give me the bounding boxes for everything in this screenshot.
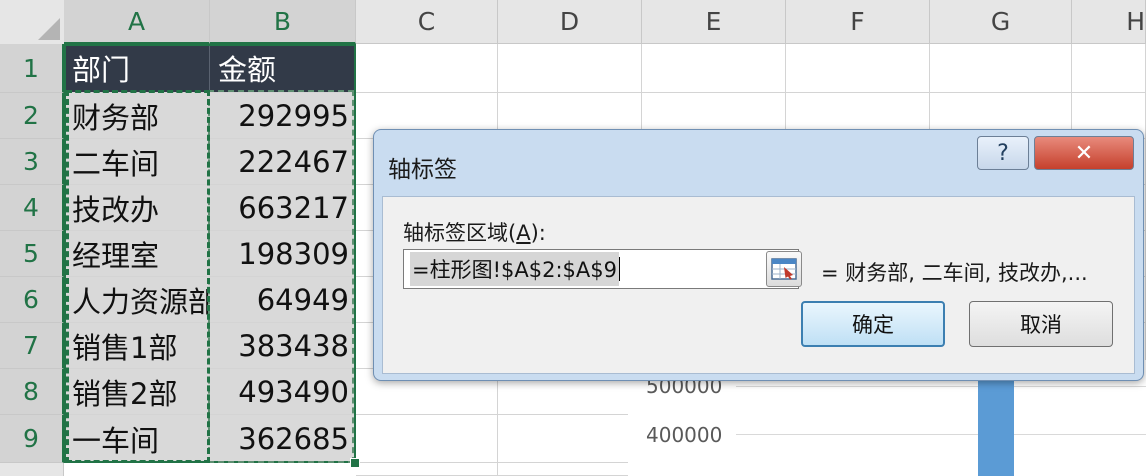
- header-cell-department[interactable]: 部门: [64, 44, 210, 93]
- cell-department[interactable]: 二车间: [64, 139, 210, 185]
- column-header-c[interactable]: C: [356, 0, 498, 44]
- empty-cell[interactable]: [498, 415, 642, 463]
- header-cell-amount[interactable]: 金额: [210, 44, 356, 93]
- empty-cell[interactable]: [642, 44, 786, 93]
- range-preview: = 财务部, 二车间, 技改办,...: [821, 261, 1088, 285]
- empty-cell[interactable]: [356, 415, 498, 463]
- axis-labels-dialog: 轴标签 ? ✕ 轴标签区域(A): =柱形图!$A$2:$A$9 = 财务部, …: [373, 129, 1144, 381]
- gridline: [736, 386, 1146, 387]
- column-header-a[interactable]: A: [64, 0, 210, 44]
- cell-amount[interactable]: 493490: [210, 369, 356, 415]
- field-label-suffix: ):: [530, 221, 546, 245]
- column-header-h[interactable]: H: [1072, 0, 1146, 44]
- fill-handle[interactable]: [350, 458, 360, 468]
- empty-cell[interactable]: [786, 44, 930, 93]
- gridline: [736, 434, 1146, 435]
- row-header-5[interactable]: 5: [0, 231, 64, 277]
- cell-department[interactable]: 一车间: [64, 415, 210, 463]
- cell-amount[interactable]: 292995: [210, 93, 356, 139]
- close-button[interactable]: ✕: [1034, 136, 1134, 170]
- select-all-triangle-icon: [38, 18, 60, 40]
- close-icon: ✕: [1074, 140, 1094, 166]
- row-header-3[interactable]: 3: [0, 139, 64, 185]
- cell-department[interactable]: 人力资源部: [64, 277, 210, 323]
- cancel-button[interactable]: 取消: [969, 301, 1113, 347]
- cell-department[interactable]: 销售2部: [64, 369, 210, 415]
- collapse-dialog-button[interactable]: [766, 251, 802, 287]
- help-button[interactable]: ?: [977, 136, 1029, 170]
- field-label-accesskey: A: [516, 221, 531, 245]
- select-all-corner[interactable]: [0, 0, 65, 45]
- row-header-1[interactable]: 1: [0, 44, 64, 93]
- cell-amount[interactable]: 64949: [210, 277, 356, 323]
- empty-cell[interactable]: [498, 463, 642, 476]
- column-header-g[interactable]: G: [930, 0, 1072, 44]
- field-label-prefix: 轴标签区域(: [403, 221, 517, 245]
- axis-label-range-input[interactable]: =柱形图!$A$2:$A$9: [403, 249, 799, 289]
- row-header-8[interactable]: 8: [0, 369, 64, 415]
- dialog-title: 轴标签: [388, 157, 457, 183]
- chart-bar[interactable]: [978, 370, 1014, 476]
- column-header-d[interactable]: D: [498, 0, 642, 44]
- cell-amount[interactable]: 383438: [210, 323, 356, 369]
- y-tick-label-partial: ■■■■■■: [646, 470, 759, 476]
- empty-cell[interactable]: [498, 44, 642, 93]
- empty-cell[interactable]: [1072, 44, 1146, 93]
- cell-department[interactable]: 财务部: [64, 93, 210, 139]
- row-header-10[interactable]: [0, 463, 64, 476]
- column-header-b[interactable]: B: [210, 0, 356, 44]
- help-icon: ?: [997, 140, 1009, 166]
- row-header-4[interactable]: 4: [0, 185, 64, 231]
- y-tick-label: 400000: [646, 423, 723, 447]
- ok-button[interactable]: 确定: [801, 301, 945, 347]
- row-header-6[interactable]: 6: [0, 277, 64, 323]
- cell-department[interactable]: 技改办: [64, 185, 210, 231]
- row-header-7[interactable]: 7: [0, 323, 64, 369]
- cell-amount[interactable]: 198309: [210, 231, 356, 277]
- range-select-icon: [771, 258, 797, 280]
- empty-cell[interactable]: [356, 463, 498, 476]
- spreadsheet: A B C D E F G H 1 2 3 4 5 6 7 8 9 部门 金额 …: [0, 0, 1146, 476]
- cell-department[interactable]: 销售1部: [64, 323, 210, 369]
- empty-cell[interactable]: [356, 44, 498, 93]
- column-header-f[interactable]: F: [786, 0, 930, 44]
- cell-department[interactable]: 经理室: [64, 231, 210, 277]
- empty-cell[interactable]: [930, 44, 1072, 93]
- axis-label-range-label: 轴标签区域(A):: [403, 217, 546, 247]
- row-header-2[interactable]: 2: [0, 93, 64, 139]
- column-header-e[interactable]: E: [642, 0, 786, 44]
- text-caret: [619, 257, 620, 281]
- range-reference-text[interactable]: =柱形图!$A$2:$A$9: [410, 252, 619, 286]
- cell-amount[interactable]: 222467: [210, 139, 356, 185]
- row-header-9[interactable]: 9: [0, 415, 64, 463]
- dialog-body: 轴标签区域(A): =柱形图!$A$2:$A$9 = 财务部, 二车间, 技改办…: [382, 196, 1135, 374]
- cell-amount[interactable]: 362685: [210, 415, 356, 463]
- cell-amount[interactable]: 663217: [210, 185, 356, 231]
